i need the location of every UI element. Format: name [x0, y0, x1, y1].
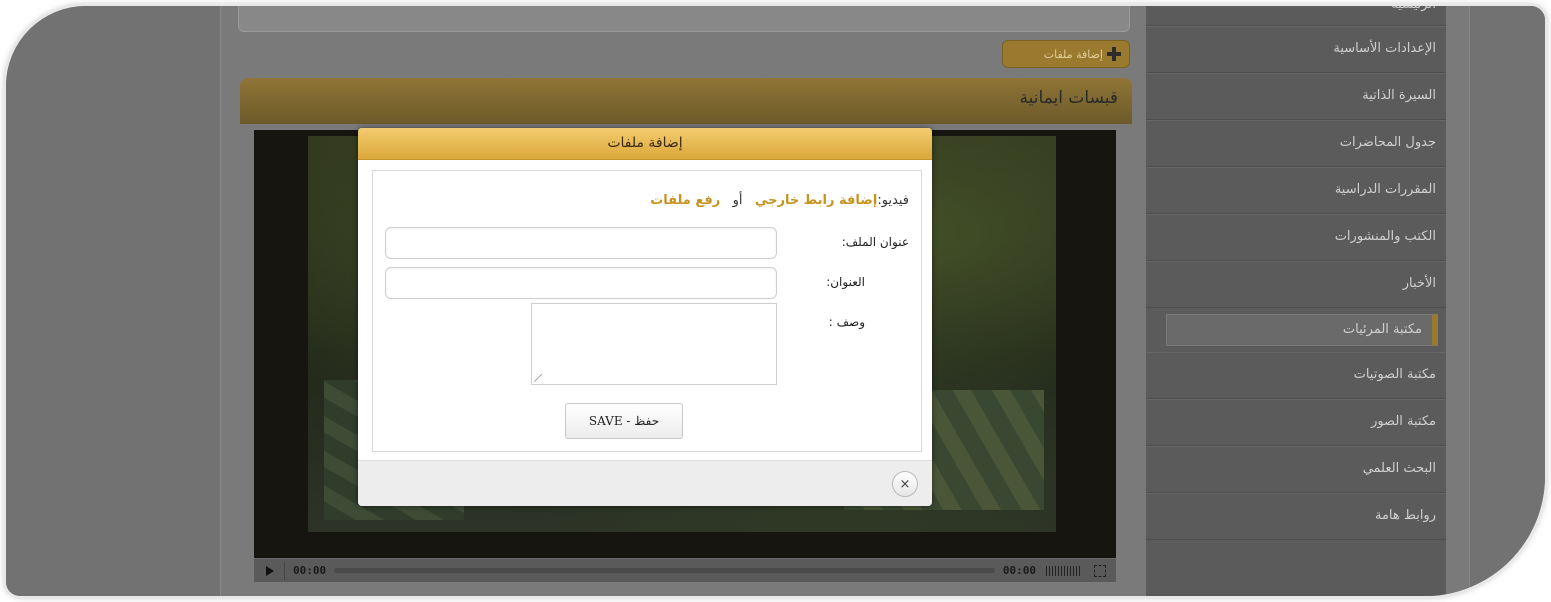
sidebar-item[interactable]: الإعدادات الأساسية [1146, 26, 1446, 73]
sidebar-item[interactable]: مكتبة الصور [1146, 399, 1446, 446]
play-icon[interactable] [266, 565, 274, 576]
sidebar-item[interactable]: جدول المحاضرات [1146, 120, 1446, 167]
current-time: 00:00 [293, 564, 327, 577]
sidebar-item[interactable]: الأخبار [1146, 261, 1446, 308]
modal-body: فيديو:إضافة رابط خارجي أو رفع ملفات عنوا… [372, 170, 922, 452]
or-label: أو [732, 193, 743, 208]
sidebar-item[interactable]: مكتبة الصوتيات [1146, 352, 1446, 399]
player-controls: 00:00 00:00 [254, 558, 1116, 582]
section-header: قبسات ايمانية [240, 78, 1132, 124]
top-panel [238, 6, 1130, 32]
file-title-input[interactable] [385, 227, 777, 259]
resize-grip-icon[interactable] [534, 374, 542, 382]
sidebar: الرئيسيةالإعدادات الأساسيةالسيرة الذاتية… [1146, 6, 1446, 596]
modal-title: إضافة ملفات [358, 128, 932, 160]
sidebar-item[interactable]: السيرة الذاتية [1146, 73, 1446, 120]
divider [284, 561, 285, 580]
section-title: قبسات ايمانية [1019, 88, 1118, 108]
save-button[interactable]: حفظ - SAVE [565, 403, 683, 439]
upload-files-option[interactable]: رفع ملفات [650, 193, 720, 208]
add-files-modal: إضافة ملفات فيديو:إضافة رابط خارجي أو رف… [358, 128, 932, 506]
close-icon: × [899, 476, 911, 492]
external-link-option[interactable]: إضافة رابط خارجي [755, 193, 877, 208]
sidebar-item[interactable]: مكتبة المرئيات [1166, 314, 1438, 346]
description-label: وصف : [828, 315, 865, 329]
plus-icon [1107, 47, 1121, 61]
browser-frame: إضافة ملفات قبسات ايمانية 00:00 00:00 ال… [6, 6, 1545, 596]
add-files-button[interactable]: إضافة ملفات [1002, 40, 1130, 68]
title-label: العنوان: [826, 275, 865, 289]
add-files-label: إضافة ملفات [1043, 47, 1103, 61]
description-textarea[interactable] [531, 303, 777, 385]
title-input[interactable] [385, 267, 777, 299]
video-label: فيديو: [877, 193, 909, 208]
video-source-row: فيديو:إضافة رابط خارجي أو رفع ملفات [650, 193, 909, 208]
progress-bar[interactable] [334, 568, 995, 573]
sidebar-item[interactable]: البحث العلمي [1146, 446, 1446, 493]
sidebar-item[interactable]: الرئيسية [1146, 6, 1446, 26]
file-title-label: عنوان الملف: [841, 235, 909, 249]
duration-time: 00:00 [1002, 564, 1036, 577]
sidebar-item[interactable]: الكتب والمنشورات [1146, 214, 1446, 261]
fullscreen-icon[interactable] [1094, 564, 1106, 577]
close-button[interactable]: × [892, 471, 918, 497]
sidebar-item[interactable]: المقررات الدراسية [1146, 167, 1446, 214]
sidebar-item[interactable]: روابط هامة [1146, 493, 1446, 540]
modal-footer: × [358, 460, 932, 506]
volume-icon[interactable] [1046, 565, 1082, 576]
